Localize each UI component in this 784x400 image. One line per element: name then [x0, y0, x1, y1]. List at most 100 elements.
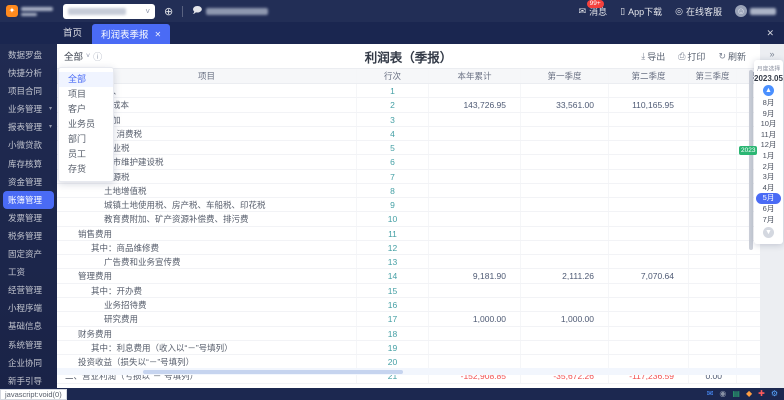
cell-ytd: 9,181.90 — [429, 269, 521, 282]
cell-line-no: 7 — [357, 170, 429, 183]
month-8月[interactable]: 8月 — [754, 98, 783, 109]
user-account[interactable]: ☺ — [735, 5, 776, 17]
table-row[interactable]: 其中：开办费15 — [57, 284, 760, 298]
dimension-option-全部[interactable]: 全部 — [59, 72, 113, 87]
dimension-option-部门[interactable]: 部门 — [59, 132, 113, 147]
cell-q2 — [609, 127, 689, 140]
sidebar-item-8[interactable]: 资金管理 — [0, 173, 57, 191]
table-row[interactable]: 城市维护建设税6 — [57, 155, 760, 169]
sidebar-item-1[interactable]: 数据罗盘 — [0, 46, 57, 64]
month-10月[interactable]: 10月 — [754, 119, 783, 130]
sidebar-item-7[interactable]: 库存核算 — [0, 155, 57, 173]
col-header-q1[interactable]: 第一季度 — [521, 69, 609, 83]
dimension-option-业务员[interactable]: 业务员 — [59, 117, 113, 132]
sidebar-item-3[interactable]: 项目合同 — [0, 82, 57, 100]
table-row[interactable]: 业务招待费16 — [57, 298, 760, 312]
table-row[interactable]: 研究费用171,000.001,000.00 — [57, 312, 760, 326]
phone-icon: ▯ — [620, 6, 625, 17]
tab-home[interactable]: 首页 — [53, 25, 92, 44]
month-7月[interactable]: 7月 — [754, 215, 783, 226]
sidebar-item-12[interactable]: 固定资产 — [0, 245, 57, 263]
topbar-divider — [182, 6, 183, 17]
dimension-option-客户[interactable]: 客户 — [59, 102, 113, 117]
col-header-ytd[interactable]: 本年累计 — [429, 69, 521, 83]
table-row[interactable]: 教育费附加、矿产资源补偿费、排污费10 — [57, 212, 760, 226]
table-row[interactable]: 其中：商品维修费12 — [57, 241, 760, 255]
cell-q2 — [609, 113, 689, 126]
col-header-q3[interactable]: 第三季度 — [689, 69, 737, 83]
cell-q1 — [521, 327, 609, 340]
app-download-label: App下载 — [628, 5, 662, 18]
table-row[interactable]: 资源税7 — [57, 170, 760, 184]
app-download-button[interactable]: ▯ App下载 — [620, 5, 662, 18]
table-row[interactable]: 广告费和业务宣传费13 — [57, 255, 760, 269]
sidebar-item-6[interactable]: 小微贷款 — [0, 136, 57, 154]
mail-icon[interactable]: ✉ — [707, 389, 714, 399]
dimension-option-员工[interactable]: 员工 — [59, 147, 113, 162]
year-tag: 2023 — [739, 146, 757, 155]
add-account-icon[interactable]: ⊕ — [164, 5, 173, 18]
message-icon: ✉ — [579, 6, 587, 17]
help-icon[interactable]: ✚ — [758, 389, 765, 399]
sidebar-item-5[interactable]: 报表管理▾ — [0, 118, 57, 136]
month-11月[interactable]: 11月 — [754, 130, 783, 141]
horizontal-scrollbar[interactable] — [57, 368, 760, 375]
table-row[interactable]: 其中：消费税4 — [57, 127, 760, 141]
sidebar-item-18[interactable]: 企业协同 — [0, 354, 57, 372]
table-row[interactable]: 减：营业成本2143,726.9533,561.00110,165.95 — [57, 98, 760, 112]
month-4月[interactable]: 4月 — [754, 183, 783, 194]
close-tab-icon[interactable]: ✕ — [155, 30, 162, 39]
company-selector[interactable]: ˅ — [63, 4, 155, 19]
scroll-up-icon[interactable]: ▲ — [763, 85, 774, 96]
col-header-line[interactable]: 行次 — [357, 69, 429, 83]
messages-button[interactable]: ✉ 消息 99+ — [579, 5, 608, 18]
sidebar-item-14[interactable]: 经营管理 — [0, 281, 57, 299]
gear-icon[interactable]: ⚙ — [771, 389, 778, 399]
horizontal-scrollbar-thumb[interactable] — [143, 370, 403, 374]
sidebar-item-15[interactable]: 小程序端 — [0, 299, 57, 317]
cell-line-no: 5 — [357, 141, 429, 154]
month-3月[interactable]: 3月 — [754, 172, 783, 183]
sidebar-item-17[interactable]: 系统管理 — [0, 336, 57, 354]
sidebar-item-13[interactable]: 工资 — [0, 263, 57, 281]
dimension-option-存货[interactable]: 存货 — [59, 162, 113, 177]
gift-icon[interactable]: ◆ — [746, 389, 752, 399]
tab-profit-report[interactable]: 利润表季报 ✕ — [92, 24, 170, 44]
online-service-button[interactable]: ◎ 在线客服 — [675, 5, 722, 18]
sidebar-item-19[interactable]: 新手引导 — [0, 372, 57, 388]
table-row[interactable]: 财务费用18 — [57, 327, 760, 341]
table-row[interactable]: 营业税5 — [57, 141, 760, 155]
table-row[interactable]: 土地增值税8 — [57, 184, 760, 198]
sidebar-item-10[interactable]: 发票管理 — [0, 209, 57, 227]
close-all-tabs-icon[interactable]: ✕ — [766, 28, 784, 39]
table-row[interactable]: 其中：利息费用（收入以“－”号填列）19 — [57, 341, 760, 355]
month-2月[interactable]: 2月 — [754, 162, 783, 173]
scroll-down-icon[interactable]: ▼ — [763, 227, 774, 238]
month-9月[interactable]: 9月 — [754, 109, 783, 120]
table-row[interactable]: 城镇土地使用税、房产税、车船税、印花税9 — [57, 198, 760, 212]
sidebar-item-9[interactable]: 账簿管理 — [3, 191, 54, 209]
month-1月[interactable]: 1月 — [754, 151, 783, 162]
sidebar-item-2[interactable]: 快捷分析 — [0, 64, 57, 82]
user-icon[interactable]: ◉ — [719, 389, 726, 399]
sidebar-item-4[interactable]: 业务管理▾ — [0, 100, 57, 118]
table-row[interactable]: 销售费用11 — [57, 227, 760, 241]
month-12月[interactable]: 12月 — [754, 140, 783, 151]
table-row[interactable]: 一、营业收入1 — [57, 84, 760, 98]
sidebar-item-11[interactable]: 税务管理 — [0, 227, 57, 245]
vertical-scrollbar-thumb[interactable] — [749, 70, 753, 250]
collapse-panel-icon[interactable]: » — [760, 44, 784, 59]
announcement[interactable]: 🗩 — [192, 3, 268, 19]
sidebar-item-16[interactable]: 基础信息 — [0, 317, 57, 335]
table-row[interactable]: 管理费用149,181.902,111.267,070.64 — [57, 269, 760, 283]
cell-q3 — [689, 212, 737, 225]
cell-ytd — [429, 127, 521, 140]
col-header-q2[interactable]: 第二季度 — [609, 69, 689, 83]
month-5月[interactable]: 5月 — [756, 193, 781, 204]
store-icon[interactable]: ▤ — [732, 389, 740, 399]
dimension-option-项目[interactable]: 项目 — [59, 87, 113, 102]
month-6月[interactable]: 6月 — [754, 204, 783, 215]
table-row[interactable]: 税金及附加3 — [57, 113, 760, 127]
cell-line-no: 4 — [357, 127, 429, 140]
cell-line-no: 3 — [357, 113, 429, 126]
